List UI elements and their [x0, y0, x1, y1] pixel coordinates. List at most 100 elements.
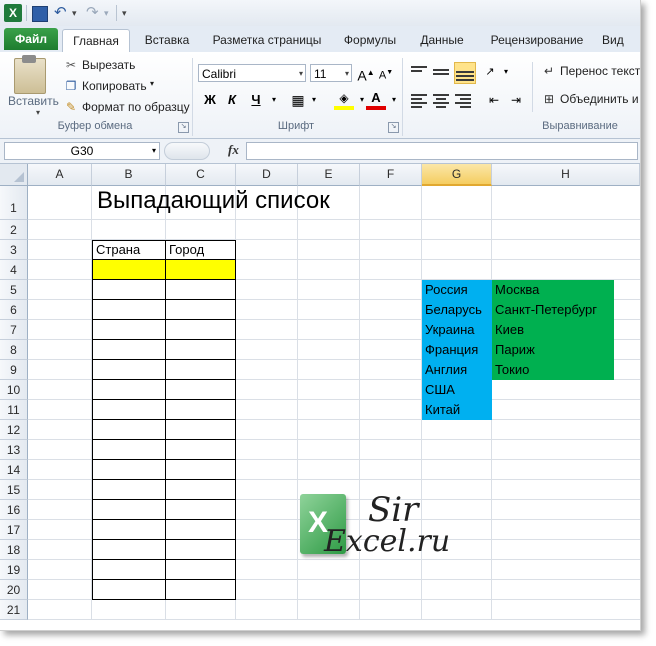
table-cell[interactable]: [92, 419, 166, 440]
row-header-16[interactable]: 16: [0, 500, 28, 520]
row-header-12[interactable]: 12: [0, 420, 28, 440]
tab-file[interactable]: Файл: [4, 28, 58, 50]
font-size-select[interactable]: 11 ▾: [310, 64, 352, 82]
table-cell[interactable]: [92, 559, 166, 580]
tab-data[interactable]: Данные: [412, 29, 472, 52]
align-left-icon[interactable]: [410, 92, 428, 108]
table-cell[interactable]: [92, 339, 166, 360]
format-painter-button[interactable]: Формат по образцу: [82, 100, 190, 114]
country-list-item[interactable]: Беларусь: [422, 300, 492, 320]
dropdown-country-cell[interactable]: [92, 259, 166, 280]
column-header-e[interactable]: E: [298, 164, 360, 186]
row-header-19[interactable]: 19: [0, 560, 28, 580]
align-bottom-icon[interactable]: [454, 62, 476, 84]
city-list-item[interactable]: Санкт-Петербург: [492, 300, 614, 320]
paste-button[interactable]: Вставить: [8, 94, 59, 108]
tab-page-layout[interactable]: Разметка страницы: [206, 29, 328, 52]
row-header-14[interactable]: 14: [0, 460, 28, 480]
formula-input[interactable]: [246, 142, 638, 160]
align-center-icon[interactable]: [432, 92, 450, 108]
row-header-17[interactable]: 17: [0, 520, 28, 540]
column-header-a[interactable]: A: [28, 164, 92, 186]
table-cell[interactable]: [92, 279, 166, 300]
table-cell[interactable]: [165, 299, 236, 320]
row-header-6[interactable]: 6: [0, 300, 28, 320]
align-right-icon[interactable]: [454, 92, 472, 108]
table-cell[interactable]: [92, 379, 166, 400]
table-cell[interactable]: [92, 539, 166, 560]
column-header-f[interactable]: F: [360, 164, 422, 186]
tab-review[interactable]: Рецензирование: [484, 29, 590, 52]
row-header-11[interactable]: 11: [0, 400, 28, 420]
country-list-item[interactable]: Китай: [422, 400, 492, 420]
cell-b1-title[interactable]: Выпадающий список: [92, 186, 352, 220]
row-header-10[interactable]: 10: [0, 380, 28, 400]
decrease-indent-icon[interactable]: ⇤: [484, 90, 504, 110]
column-header-d[interactable]: D: [236, 164, 298, 186]
underline-button[interactable]: Ч: [246, 90, 266, 110]
wrap-text-icon[interactable]: ↵: [542, 64, 556, 78]
align-top-icon[interactable]: [410, 64, 428, 80]
merge-button[interactable]: Объединить и: [560, 92, 639, 106]
table-cell[interactable]: [165, 419, 236, 440]
table-cell[interactable]: [165, 279, 236, 300]
font-color-dropdown-icon[interactable]: ▾: [384, 90, 404, 110]
table-cell[interactable]: [165, 439, 236, 460]
column-header-c[interactable]: C: [166, 164, 236, 186]
city-list-item[interactable]: Киев: [492, 320, 614, 340]
scissors-icon[interactable]: ✂: [64, 58, 78, 72]
table-cell[interactable]: [165, 559, 236, 580]
row-header-21[interactable]: 21: [0, 600, 28, 620]
table-cell[interactable]: [92, 499, 166, 520]
bold-button[interactable]: Ж: [200, 90, 220, 110]
table-cell[interactable]: [92, 359, 166, 380]
table-cell[interactable]: [165, 399, 236, 420]
row-header-9[interactable]: 9: [0, 360, 28, 380]
copy-dropdown-icon[interactable]: ▾: [150, 79, 154, 88]
paste-dropdown-icon[interactable]: ▾: [36, 108, 40, 117]
undo-dropdown-icon[interactable]: ▾: [72, 4, 77, 22]
shrink-font-icon[interactable]: A▼: [376, 63, 396, 83]
table-cell[interactable]: [92, 299, 166, 320]
tab-formulas[interactable]: Формулы: [336, 29, 404, 52]
borders-dropdown-icon[interactable]: ▾: [304, 90, 324, 110]
undo-icon[interactable]: ↶: [54, 4, 72, 22]
underline-dropdown-icon[interactable]: ▾: [264, 90, 284, 110]
copy-button[interactable]: Копировать: [82, 79, 147, 93]
grow-font-icon[interactable]: A▲: [356, 63, 376, 84]
insert-function-icon[interactable]: fx: [228, 142, 239, 158]
fill-color-icon[interactable]: ◈: [334, 90, 354, 110]
table-cell[interactable]: [165, 319, 236, 340]
city-list-item[interactable]: Париж: [492, 340, 614, 360]
format-painter-icon[interactable]: ✎: [64, 100, 78, 114]
row-header-18[interactable]: 18: [0, 540, 28, 560]
table-cell[interactable]: [165, 539, 236, 560]
cut-button[interactable]: Вырезать: [82, 58, 135, 72]
table-cell[interactable]: [92, 319, 166, 340]
row-header-13[interactable]: 13: [0, 440, 28, 460]
row-header-5[interactable]: 5: [0, 280, 28, 300]
country-list-item[interactable]: США: [422, 380, 492, 400]
column-header-h[interactable]: H: [492, 164, 640, 186]
country-list-item[interactable]: Россия: [422, 280, 492, 300]
row-header-2[interactable]: 2: [0, 220, 28, 240]
row-header-15[interactable]: 15: [0, 480, 28, 500]
font-name-select[interactable]: Calibri ▾: [198, 64, 306, 82]
clipboard-launcher-icon[interactable]: ↘: [178, 122, 189, 133]
table-cell[interactable]: [165, 379, 236, 400]
tab-view[interactable]: Вид: [602, 29, 640, 52]
header-country[interactable]: Страна: [92, 240, 166, 260]
select-all-button[interactable]: [0, 164, 28, 186]
increase-indent-icon[interactable]: ⇥: [506, 90, 526, 110]
table-cell[interactable]: [92, 579, 166, 600]
country-list-item[interactable]: Франция: [422, 340, 492, 360]
column-header-g[interactable]: G: [422, 164, 492, 186]
table-cell[interactable]: [165, 479, 236, 500]
wrap-text-button[interactable]: Перенос текст: [560, 64, 640, 78]
align-middle-icon[interactable]: [432, 64, 450, 80]
redo-icon[interactable]: ↷: [86, 4, 104, 22]
orientation-dropdown-icon[interactable]: ▾: [496, 62, 516, 82]
tab-home[interactable]: Главная: [62, 29, 130, 53]
table-cell[interactable]: [92, 479, 166, 500]
dropdown-city-cell[interactable]: [165, 259, 236, 280]
